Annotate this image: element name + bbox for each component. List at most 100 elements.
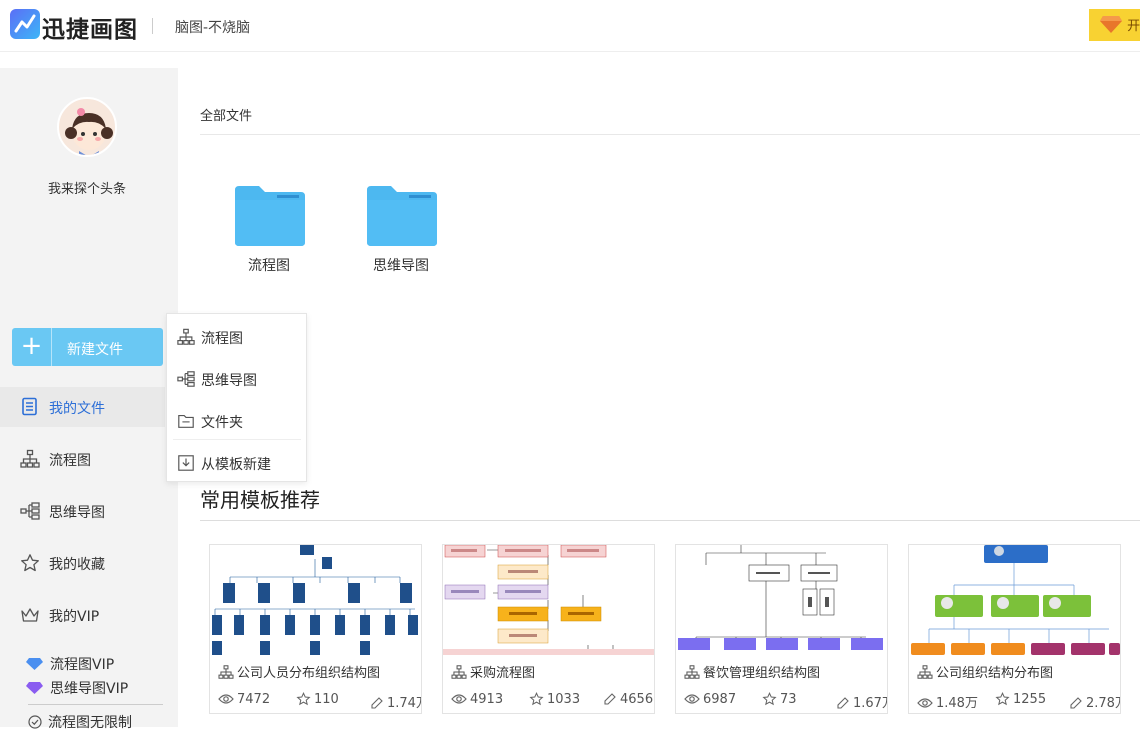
stars-stat[interactable]: 1255 [995,692,1046,707]
vip-flowchart-label: 流程图VIP [50,657,114,673]
edits-stat: 1.74万 [370,692,422,711]
vip-diamond-icon [26,682,43,694]
sidebar-item-flowchart[interactable]: 流程图 [0,439,165,479]
views-stat: 4913 [451,692,503,707]
stars-stat[interactable]: 73 [762,692,797,707]
sidebar: 我来探个头条 + 新建文件 我的文件 流程图 思维导图 我的收藏 我的VIP 流… [0,68,178,727]
eye-icon [917,696,933,710]
folder-mindmap[interactable]: 思维导图 [356,184,446,284]
divider [152,18,153,34]
divider [200,520,1140,521]
views-stat: 1.48万 [917,692,978,711]
sidebar-item-label: 我的VIP [49,606,99,626]
sidebar-item-my-vip[interactable]: 我的VIP [0,595,165,635]
menu-item-label: 思维导图 [201,370,257,390]
flowchart-icon [917,665,933,679]
template-card[interactable]: 公司人员分布组织结构图 7472 110 1.74万 [209,544,422,714]
sidebar-item-mindmap[interactable]: 思维导图 [0,491,165,531]
divider [200,134,1140,135]
stars-count: 73 [780,692,797,707]
menu-item-mindmap[interactable]: 思维导图 [167,358,308,398]
edit-icon [603,692,617,706]
edits-stat: 1.67万 [836,692,888,711]
vip-flowchart: 流程图VIP [26,654,114,674]
star-icon [296,692,311,706]
star-icon [995,692,1010,706]
template-thumbnail [909,545,1120,655]
sidebar-item-label: 我的收藏 [49,554,105,574]
folder-icon [177,412,195,430]
sidebar-item-my-files[interactable]: 我的文件 [0,387,165,427]
template-card[interactable]: 公司组织结构分布图 1.48万 1255 2.78万 [908,544,1121,714]
menu-item-label: 文件夹 [201,412,243,432]
doc-title: 脑图-不烧脑 [175,17,250,37]
vip-mindmap: 思维导图VIP [26,678,128,698]
plus-icon: + [12,328,52,366]
crown-icon [20,605,40,625]
document-icon [20,397,40,417]
mindmap-icon [177,370,195,388]
flowchart-icon [684,665,700,679]
views-count: 7472 [237,692,270,707]
flowchart-icon [177,328,195,346]
username: 我来探个头条 [0,178,174,197]
open-vip-label: 开 [1127,19,1140,34]
views-stat: 7472 [218,692,270,707]
stars-count: 1033 [547,692,580,707]
star-icon [20,553,40,573]
edit-icon [836,696,850,710]
sidebar-item-label: 我的文件 [49,398,105,418]
folder-name: 流程图 [224,255,314,275]
template-card[interactable]: 餐饮管理组织结构图 6987 73 1.67万 [675,544,888,714]
edits-count: 4656 [620,692,653,707]
template-title: 公司组织结构分布图 [917,662,1053,681]
template-card[interactable]: 采购流程图 4913 1033 4656 [442,544,655,714]
vip-benefit-label: 流程图无限制 [48,715,132,731]
app-name[interactable]: 迅捷画图 [42,10,138,44]
vip-benefit: 流程图无限制 [28,712,132,732]
template-thumbnail [443,545,654,655]
top-spacer [0,52,1140,68]
top-bar: 迅捷画图 脑图-不烧脑 开 [0,0,1140,52]
stars-stat[interactable]: 1033 [529,692,580,707]
eye-icon [218,692,234,706]
menu-item-folder[interactable]: 文件夹 [167,400,308,440]
divider [28,704,163,705]
template-thumbnail [676,545,887,655]
flowchart-icon [20,449,40,469]
main-content: 全部文件 流程图 思维导图 常用模板推荐 [181,84,1140,727]
avatar[interactable] [57,97,117,157]
open-vip-button[interactable]: 开 [1089,9,1140,41]
folder-icon [235,186,305,246]
edits-count: 2.78万 [1086,696,1121,711]
folder-icon [367,186,437,246]
edits-stat: 2.78万 [1069,692,1121,711]
templates-title: 常用模板推荐 [200,484,320,513]
star-icon [762,692,777,706]
edits-count: 1.74万 [387,696,422,711]
stars-stat[interactable]: 110 [296,692,339,707]
edit-icon [370,696,384,710]
app-logo-icon[interactable] [10,9,40,39]
sidebar-item-favorites[interactable]: 我的收藏 [0,543,165,583]
folder-flowchart[interactable]: 流程图 [224,184,314,284]
views-count: 6987 [703,692,736,707]
flowchart-icon [451,665,467,679]
edits-count: 1.67万 [853,696,888,711]
star-icon [529,692,544,706]
eye-icon [451,692,467,706]
new-file-menu: 流程图 思维导图 文件夹 从模板新建 [166,313,307,482]
menu-item-flowchart[interactable]: 流程图 [167,316,308,356]
vip-mindmap-label: 思维导图VIP [50,681,128,697]
edits-stat: 4656 [603,692,653,707]
folder-name: 思维导图 [356,255,446,275]
template-title: 公司人员分布组织结构图 [218,662,380,681]
menu-item-label: 流程图 [201,328,243,348]
menu-item-from-template[interactable]: 从模板新建 [167,442,308,482]
breadcrumb[interactable]: 全部文件 [200,105,252,124]
views-count: 1.48万 [936,696,978,711]
template-title-text: 采购流程图 [470,666,535,681]
new-file-button[interactable]: + 新建文件 [12,328,163,366]
diamond-icon [1099,14,1123,34]
template-import-icon [177,454,195,472]
